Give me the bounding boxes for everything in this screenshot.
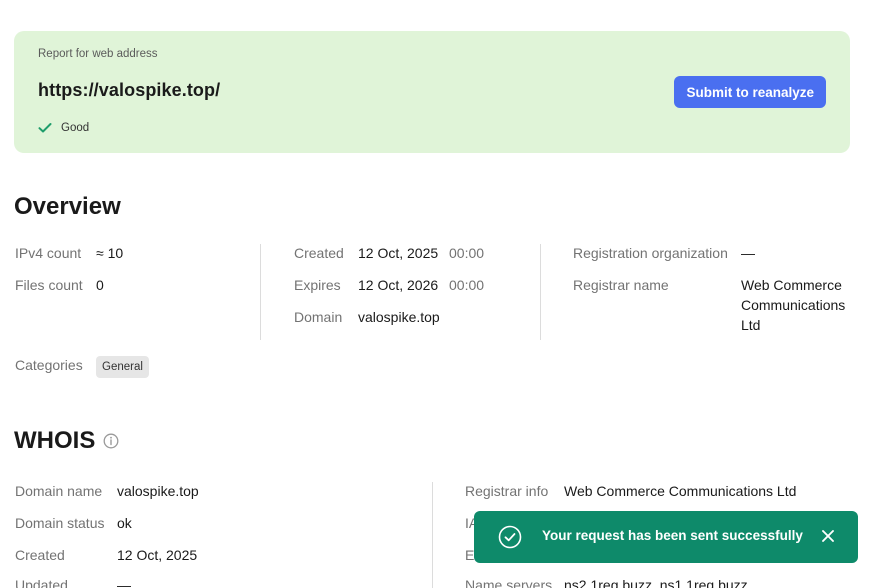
report-label: Report for web address [38,48,158,60]
divider [540,244,541,340]
registrar-name-label: Registrar name [573,277,669,293]
expires-date: 12 Oct, 2026 [358,277,439,293]
toast-message: Your request has been sent successfully [542,528,803,543]
report-url: https://valospike.top/ [38,80,221,100]
ipv4-count-label: IPv4 count [15,245,82,261]
domain-value: valospike.top [358,309,440,325]
whois-updated-label: Updated [15,577,68,588]
registration-org-label: Registration organization [573,245,728,261]
whois-domain-name-value: valospike.top [117,483,199,499]
whois-domain-status-label: Domain status [15,515,105,531]
expires-label: Expires [294,277,341,293]
created-label: Created [294,245,344,261]
overview-title: Overview [14,193,121,220]
divider [432,482,433,588]
whois-registrar-info-label: Registrar info [465,483,549,499]
domain-label: Domain [294,309,343,325]
close-icon[interactable] [820,528,836,544]
files-count-value: 0 [96,277,104,293]
info-icon[interactable] [103,433,119,449]
category-badge: General [96,356,149,378]
whois-updated-value: — [117,577,131,588]
whois-name-servers-value: ns2.1reg.buzz, ns1.1reg.buzz [564,577,748,588]
expires-time: 00:00 [449,277,485,293]
check-circle-icon [498,525,522,549]
created-time: 00:00 [449,245,485,261]
status-text: Good [61,122,90,134]
registrar-name-value: Web Commerce Communications Ltd [741,277,846,333]
divider [260,244,261,340]
whois-email-label: E [465,547,475,563]
whois-title: WHOIS [14,427,119,455]
whois-domain-name-label: Domain name [15,483,103,499]
check-icon [38,123,52,133]
categories-label: Categories [15,357,83,373]
report-card: Report for web address https://valospike… [14,31,850,153]
whois-title-text: WHOIS [14,427,96,454]
files-count-label: Files count [15,277,83,293]
whois-created-value: 12 Oct, 2025 [117,547,198,563]
whois-registrar-info-value: Web Commerce Communications Ltd [564,483,797,499]
whois-name-servers-label: Name servers [465,577,553,588]
whois-domain-status-value: ok [117,515,132,531]
ipv4-count-value: ≈ 10 [96,245,124,261]
submit-reanalyze-button[interactable]: Submit to reanalyze [674,76,826,108]
success-toast: Your request has been sent successfully [474,511,858,563]
whois-created-label: Created [15,547,65,563]
created-date: 12 Oct, 2025 [358,245,439,261]
registration-org-value: — [741,245,755,261]
report-status: Good [38,122,89,134]
